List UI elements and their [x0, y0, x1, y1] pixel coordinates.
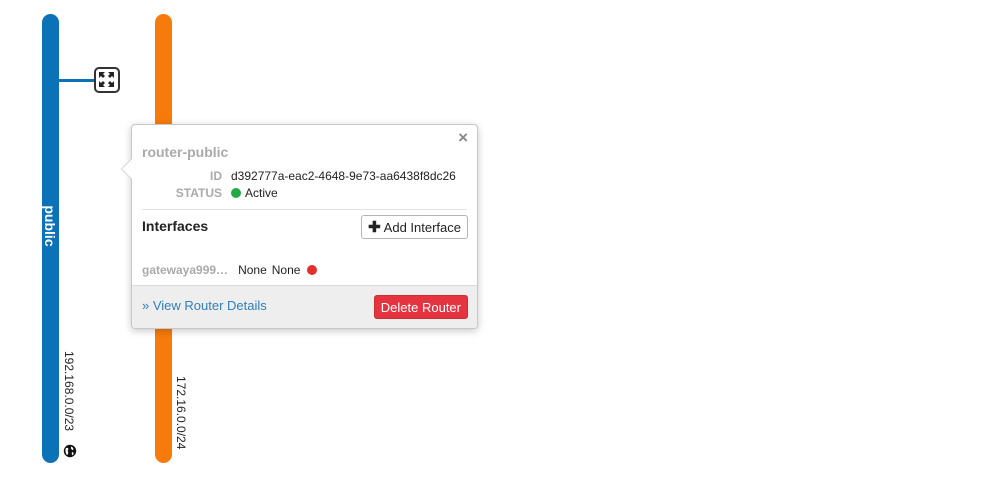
- router-link-line: [59, 79, 96, 82]
- interfaces-title: Interfaces: [142, 218, 209, 234]
- router-popup: × router-public ID d392777a-eac2-4648-9e…: [121, 124, 478, 329]
- interface-ip: None: [238, 263, 267, 277]
- view-router-details-link[interactable]: » View Router Details: [142, 298, 267, 313]
- divider: [142, 209, 467, 210]
- delete-router-button[interactable]: Delete Router: [373, 295, 468, 319]
- interface-down-dot: [307, 265, 318, 275]
- interface-name-link[interactable]: gatewaya999…: [142, 263, 228, 277]
- popup-footer: » View Router Details Delete Router: [132, 285, 477, 328]
- router-name: router-public: [142, 144, 229, 160]
- add-interface-label: Add Interface: [383, 219, 461, 235]
- status-active-dot: [231, 188, 241, 198]
- status-value-wrap: Active: [231, 186, 278, 200]
- interface-status: None: [271, 263, 301, 277]
- network-cidr-private: 172.16.0.0/24: [174, 376, 188, 450]
- status-label: STATUS: [175, 186, 222, 200]
- router-arrows-icon: [99, 72, 114, 87]
- id-value: d392777a-eac2-4648-9e73-aa6438f8dc26: [231, 169, 456, 183]
- globe-icon: [63, 444, 77, 458]
- router-icon[interactable]: [94, 67, 120, 93]
- add-interface-button[interactable]: ✚ Add Interface: [361, 215, 468, 239]
- status-value: Active: [245, 186, 278, 200]
- plus-icon: ✚: [368, 219, 381, 236]
- interface-row: gatewaya999… None None: [142, 263, 318, 277]
- network-name-public: public: [42, 205, 58, 247]
- network-cidr-public: 192.168.0.0/23: [62, 351, 76, 432]
- close-icon[interactable]: ×: [458, 129, 468, 147]
- id-label: ID: [210, 169, 222, 183]
